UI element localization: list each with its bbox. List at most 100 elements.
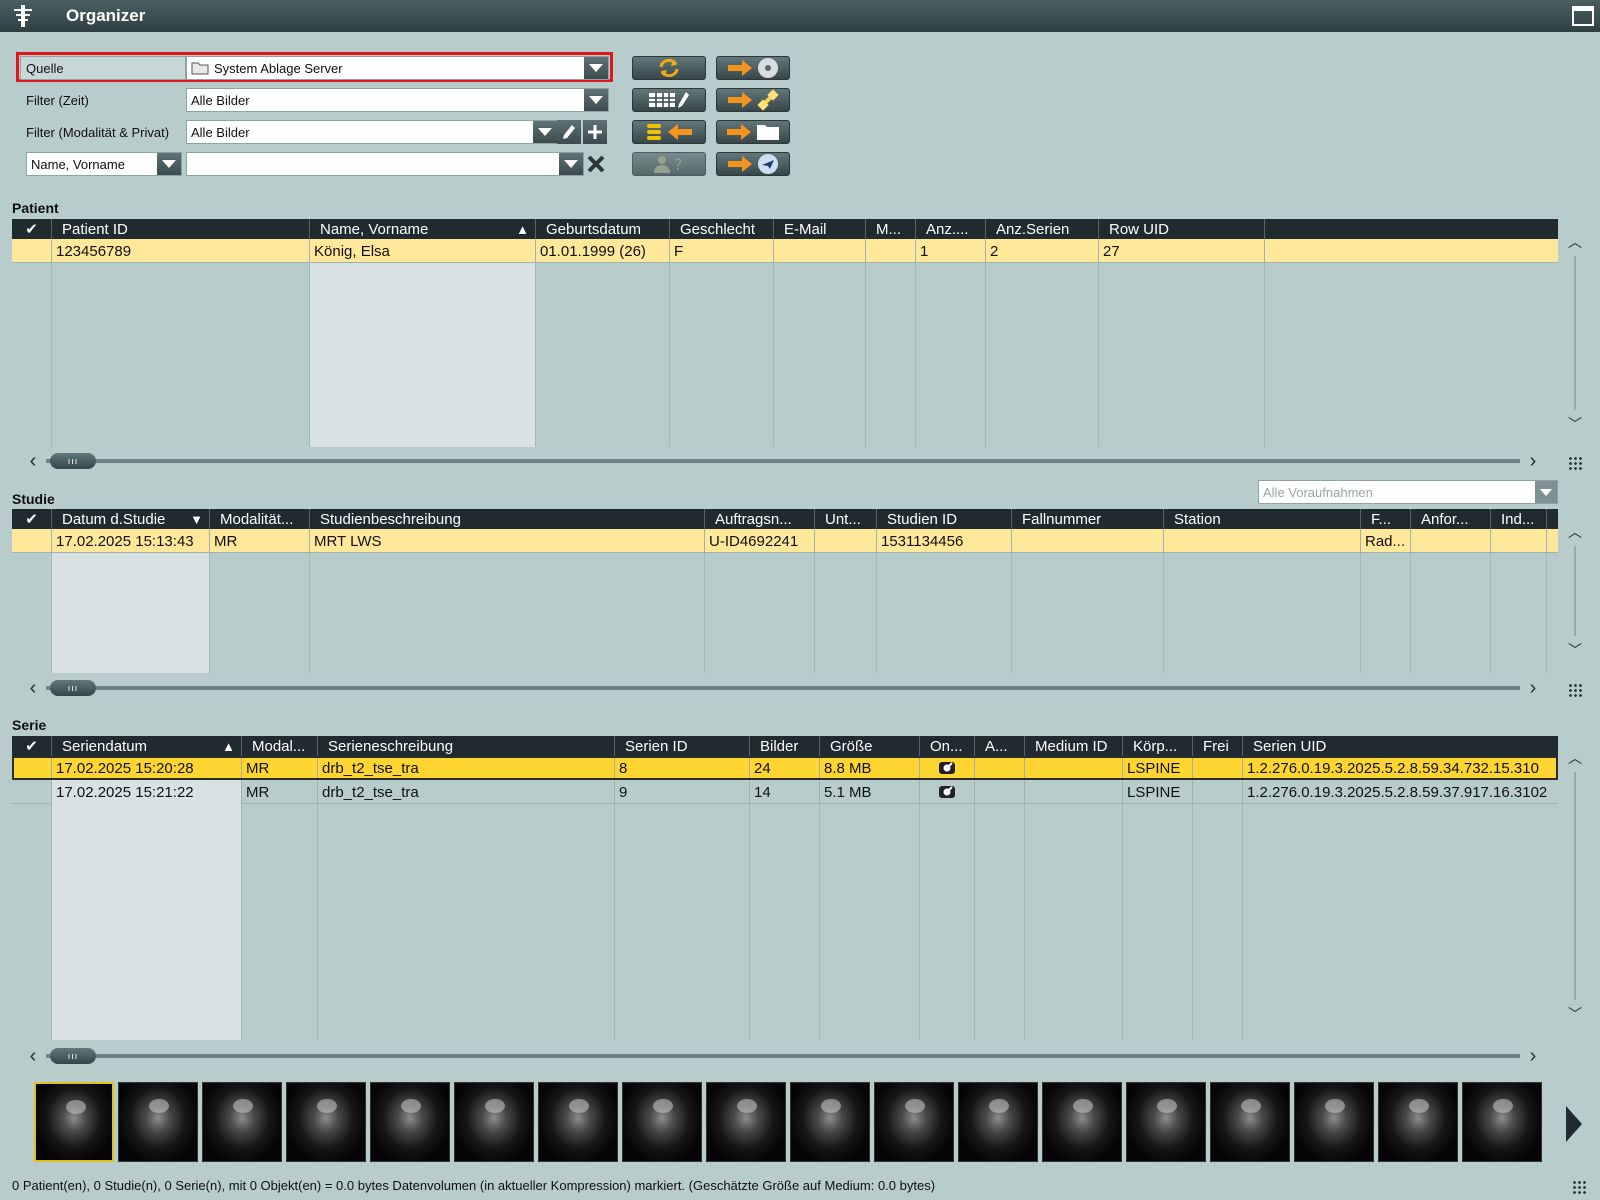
modality-filter-select[interactable]: Alle Bilder [186,120,558,144]
scroll-thumb[interactable]: ııı [50,680,96,696]
column-header[interactable]: Unt... [815,509,877,529]
search-input[interactable] [186,152,584,176]
chevron-left-icon[interactable]: ‹ [24,1045,42,1068]
image-thumbnail[interactable] [706,1082,786,1162]
column-header[interactable]: Serieneschreibung [318,736,615,756]
row-checkbox[interactable] [12,756,52,780]
image-thumbnail[interactable] [454,1082,534,1162]
column-header[interactable]: Bilder [750,736,820,756]
image-thumbnail[interactable] [790,1082,870,1162]
chevron-right-icon[interactable]: › [1524,450,1542,473]
send-button[interactable] [716,152,790,176]
column-header-sorted[interactable]: Seriendatum ▲ [52,736,242,756]
table-row[interactable]: 123456789 König, Elsa 01.01.1999 (26) F … [12,239,1558,263]
scroll-thumb[interactable]: ııı [50,1048,96,1064]
column-header[interactable]: Fallnummer [1012,509,1164,529]
column-header[interactable]: Modal... [242,736,318,756]
column-header[interactable]: E-Mail [774,219,866,239]
chevron-right-icon[interactable]: › [1524,677,1542,700]
table-row[interactable]: 17.02.2025 15:20:28 MR drb_t2_tse_tra 8 … [12,756,1558,780]
chevron-up-icon[interactable]: ︿ [1568,232,1582,252]
patient-vertical-scrollbar[interactable]: ︿ ﹀ [1565,232,1585,434]
column-header[interactable]: F... [1361,509,1411,529]
prior-studies-select[interactable]: Alle Voraufnahmen [1258,480,1558,504]
series-horizontal-scrollbar[interactable]: ‹ ııı › [24,1045,1542,1067]
row-checkbox[interactable] [12,239,52,263]
column-header[interactable]: A... [975,736,1025,756]
column-header[interactable]: Modalität... [210,509,310,529]
chevron-down-icon[interactable] [157,153,181,175]
export-cd-button[interactable] [716,56,790,80]
study-horizontal-scrollbar[interactable]: ‹ ııı › [24,677,1542,699]
column-header[interactable]: Row UID [1099,219,1265,239]
row-checkbox[interactable] [12,529,52,553]
column-header[interactable]: Serien ID [615,736,750,756]
select-all-checkbox[interactable]: ✔ [12,219,52,239]
image-thumbnail[interactable] [118,1082,198,1162]
select-all-checkbox[interactable]: ✔ [12,736,52,756]
chevron-down-icon[interactable] [584,57,608,79]
refresh-button[interactable] [632,56,706,80]
column-header[interactable]: Körp... [1123,736,1193,756]
series-vertical-scrollbar[interactable]: ︿ ﹀ [1565,748,1585,1024]
image-thumbnail[interactable] [538,1082,618,1162]
chevron-down-icon[interactable]: ﹀ [1568,1004,1582,1024]
select-all-checkbox[interactable]: ✔ [12,509,52,529]
image-thumbnail[interactable] [1294,1082,1374,1162]
column-header-sorted[interactable]: Datum d.Studie ▼ [52,509,210,529]
image-thumbnail[interactable] [34,1082,114,1162]
image-thumbnail[interactable] [202,1082,282,1162]
column-header[interactable]: On... [920,736,975,756]
play-next-icon[interactable] [1566,1106,1582,1142]
export-folder-button[interactable] [716,120,790,144]
column-header[interactable]: Ind... [1491,509,1547,529]
edit-table-button[interactable] [632,88,706,112]
column-header[interactable]: Medium ID [1025,736,1123,756]
add-filter-button[interactable] [583,120,607,144]
image-thumbnail[interactable] [874,1082,954,1162]
search-field-type-select[interactable]: Name, Vorname [26,152,182,176]
image-thumbnail[interactable] [370,1082,450,1162]
column-header[interactable]: Anz.Serien [986,219,1099,239]
column-header[interactable]: Serien UID [1243,736,1558,756]
image-thumbnail[interactable] [286,1082,366,1162]
source-select[interactable]: System Ablage Server [186,56,609,80]
column-header[interactable]: Anz.... [916,219,986,239]
chevron-left-icon[interactable]: ‹ [24,677,42,700]
column-header[interactable]: Anfor... [1411,509,1491,529]
column-header[interactable]: Patient ID [52,219,310,239]
chevron-down-icon[interactable] [1535,481,1557,503]
image-thumbnail[interactable] [1126,1082,1206,1162]
resize-grip-icon[interactable] [1568,683,1582,697]
image-thumbnail[interactable] [1462,1082,1542,1162]
scroll-thumb[interactable]: ııı [50,453,96,469]
column-header[interactable]: Geburtsdatum [536,219,670,239]
image-thumbnail[interactable] [622,1082,702,1162]
row-checkbox[interactable] [12,780,52,804]
chevron-down-icon[interactable] [584,89,608,111]
maximize-icon[interactable] [1572,6,1594,26]
send-satellite-button[interactable] [716,88,790,112]
image-thumbnail[interactable] [1210,1082,1290,1162]
user-query-button[interactable]: ? [632,152,706,176]
chevron-right-icon[interactable]: › [1524,1045,1542,1068]
chevron-left-icon[interactable]: ‹ [24,450,42,473]
chevron-up-icon[interactable]: ︿ [1568,748,1582,768]
table-row[interactable]: 17.02.2025 15:21:22 MR drb_t2_tse_tra 9 … [12,780,1558,804]
image-thumbnail[interactable] [1042,1082,1122,1162]
chevron-down-icon[interactable] [533,121,557,143]
column-header[interactable]: Studienbeschreibung [310,509,705,529]
image-thumbnail[interactable] [958,1082,1038,1162]
column-header[interactable]: Station [1164,509,1361,529]
column-header[interactable]: Frei [1193,736,1243,756]
resize-grip-icon[interactable] [1572,1180,1586,1194]
resize-grip-icon[interactable] [1568,456,1582,470]
column-header[interactable]: M... [866,219,916,239]
column-header[interactable]: Geschlecht [670,219,774,239]
chevron-up-icon[interactable]: ︿ [1568,522,1582,542]
patient-horizontal-scrollbar[interactable]: ‹ ııı › [24,450,1542,472]
chevron-down-icon[interactable] [559,153,583,175]
chevron-down-icon[interactable]: ﹀ [1568,640,1582,660]
edit-filter-button[interactable] [557,120,581,144]
study-vertical-scrollbar[interactable]: ︿ ﹀ [1565,522,1585,660]
